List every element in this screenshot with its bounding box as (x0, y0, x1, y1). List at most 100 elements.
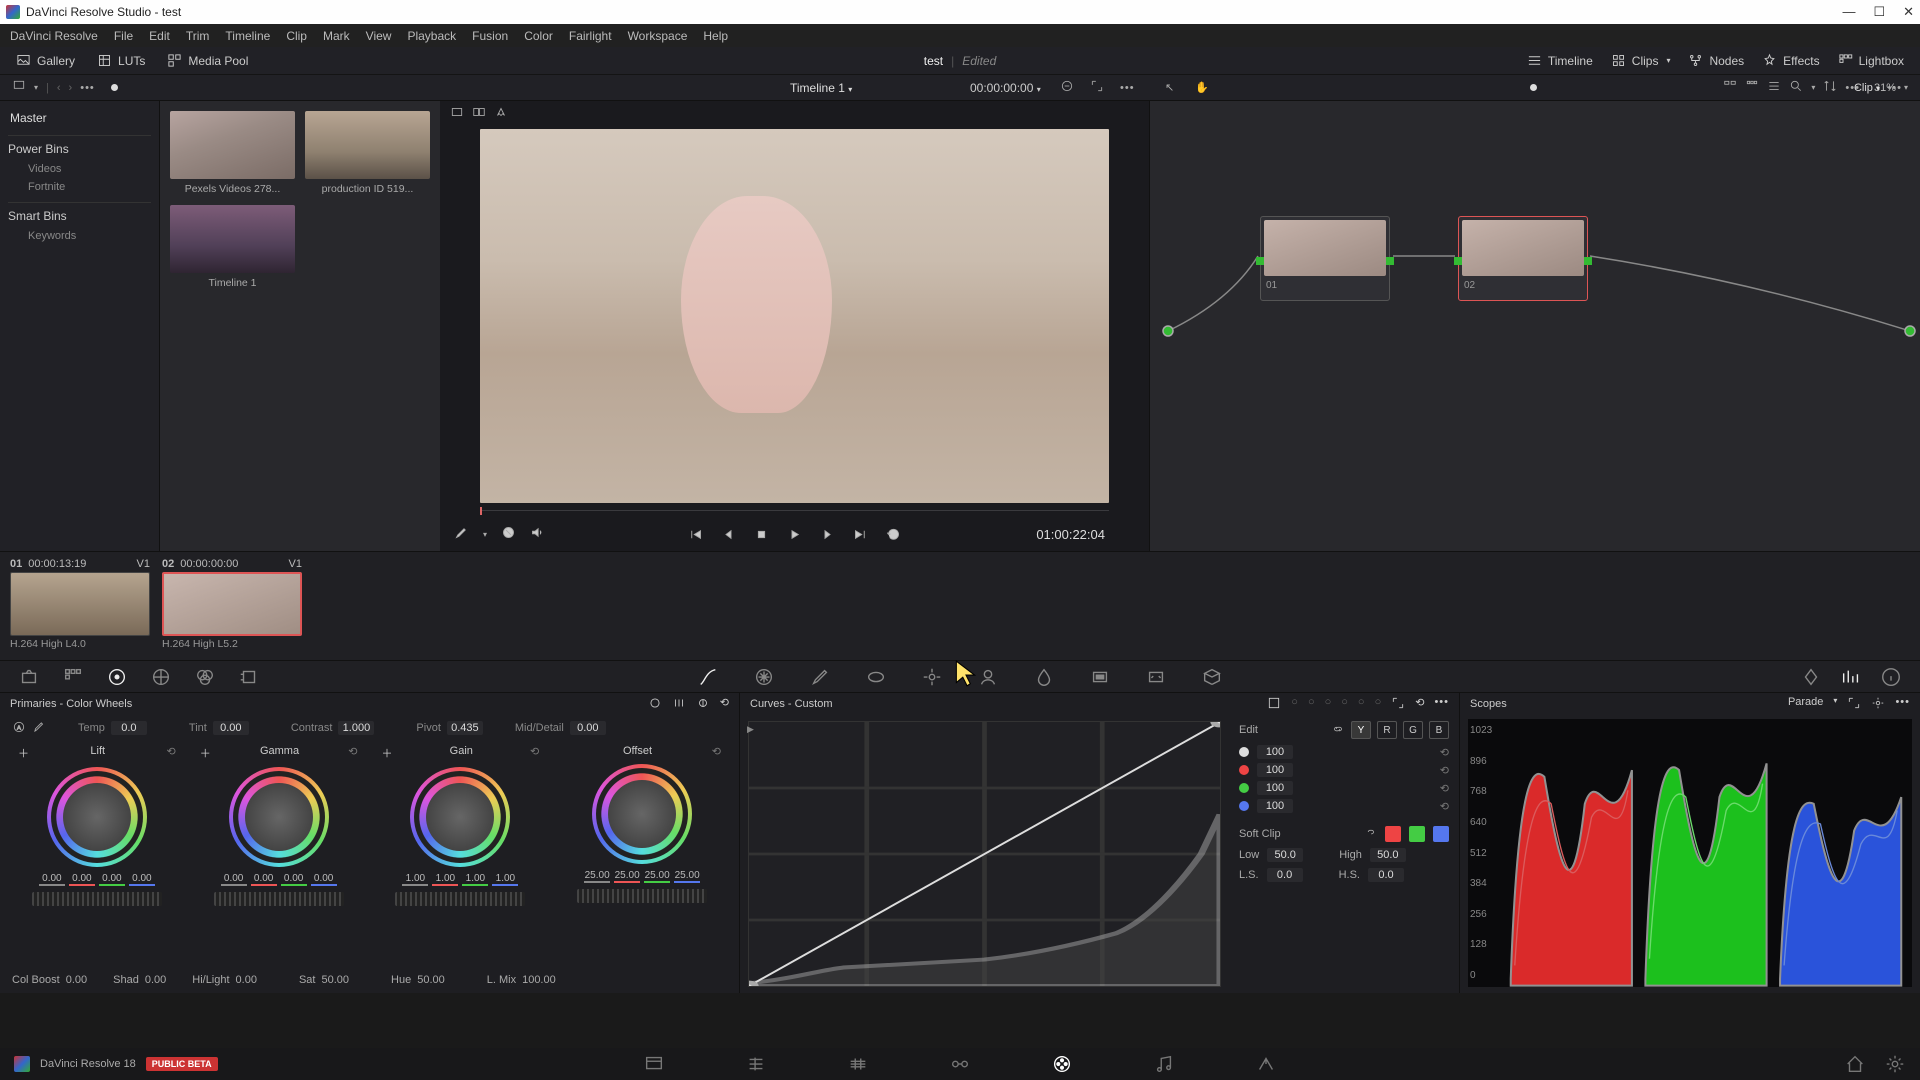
offset-wheel[interactable]: Offset⟲ 25.0025.0025.0025.00 (555, 745, 729, 963)
reset-y-icon[interactable]: ⟲ (1440, 746, 1449, 759)
menu-edit[interactable]: Edit (149, 29, 170, 43)
node-mode-dropdown[interactable]: Clip (1854, 82, 1873, 94)
scopes-settings-icon[interactable] (1871, 696, 1885, 713)
deliver-page-icon[interactable] (1255, 1053, 1277, 1075)
nodes-button[interactable]: Nodes (1682, 50, 1750, 71)
menu-color[interactable]: Color (524, 29, 553, 43)
clip-thumb-02[interactable]: 0200:00:00:00V1 H.264 High L5.2 (162, 558, 302, 654)
expand-curves-icon[interactable] (1391, 696, 1405, 713)
pointer-icon[interactable]: ↖ (1165, 81, 1174, 94)
timeline-button[interactable]: Timeline (1521, 50, 1599, 71)
media-clip[interactable]: Pexels Videos 278... (170, 111, 295, 195)
keyframes-icon[interactable] (1800, 666, 1822, 688)
thumb-view-icon[interactable] (1723, 79, 1737, 96)
curve-mode-icon[interactable]: ○ (1291, 696, 1298, 713)
sat-value[interactable]: 50.00 (321, 974, 349, 986)
middetail-value[interactable]: 0.00 (570, 721, 606, 735)
cut-page-icon[interactable] (745, 1053, 767, 1075)
menu-mark[interactable]: Mark (323, 29, 350, 43)
temp-value[interactable]: 0.0 (111, 721, 147, 735)
curve-mode-icon[interactable]: ○ (1308, 696, 1315, 713)
nodes-more-icon[interactable]: ••• (1887, 82, 1902, 94)
curve-mode-icon[interactable]: ○ (1325, 696, 1332, 713)
reset-g-icon[interactable]: ⟲ (1440, 782, 1449, 795)
bars-mode-icon[interactable] (672, 696, 686, 713)
lift-wheel[interactable]: ＋Lift⟲ 0.000.000.000.00 (10, 745, 184, 963)
info-icon[interactable] (1880, 666, 1902, 688)
softclip-hs[interactable]: 0.0 (1368, 868, 1404, 882)
viewer-timecode[interactable]: 00:00:00:00 (970, 81, 1033, 95)
powerbin-videos[interactable]: Videos (8, 160, 151, 178)
curve-mode-icon[interactable]: ○ (1375, 696, 1382, 713)
powerbin-fortnite[interactable]: Fortnite (8, 178, 151, 196)
hilight-value[interactable]: 0.00 (236, 974, 257, 986)
reset-curves-icon[interactable]: ⟲ (1415, 696, 1424, 713)
menu-fusion[interactable]: Fusion (472, 29, 508, 43)
prev-icon[interactable]: ‹ (57, 82, 61, 94)
hdr-wheels-icon[interactable] (150, 666, 172, 688)
viewer-more-icon[interactable]: ••• (1120, 82, 1135, 94)
node-editor[interactable]: 01 02 (1150, 101, 1920, 551)
grid-view-icon[interactable] (1745, 79, 1759, 96)
split-screen-icon[interactable] (472, 105, 486, 122)
scopes-mode[interactable]: Parade (1788, 696, 1823, 713)
softclip-link-icon[interactable] (1363, 825, 1377, 842)
unmix-icon[interactable] (501, 525, 516, 543)
luts-button[interactable]: LUTs (91, 50, 151, 71)
shad-value[interactable]: 0.00 (145, 974, 166, 986)
menu-playback[interactable]: Playback (407, 29, 456, 43)
3d-icon[interactable] (1201, 666, 1223, 688)
clips-button[interactable]: Clips▾ (1605, 50, 1677, 71)
highlight-icon[interactable] (494, 105, 508, 122)
curve-custom-icon[interactable] (1267, 696, 1281, 713)
sizing-icon[interactable] (1145, 666, 1167, 688)
rgb-mixer-icon[interactable] (194, 666, 216, 688)
close-button[interactable]: ✕ (1903, 4, 1914, 20)
project-settings-icon[interactable] (1884, 1053, 1906, 1075)
hue-value[interactable]: 50.00 (417, 974, 445, 986)
effects-button[interactable]: Effects (1756, 50, 1825, 71)
wheels-mode-icon[interactable] (648, 696, 662, 713)
curve-b-button[interactable]: B (1429, 721, 1449, 739)
last-frame-button[interactable] (853, 527, 868, 542)
curve-y-button[interactable]: Y (1351, 721, 1371, 739)
tracker-icon[interactable] (921, 666, 943, 688)
menu-workspace[interactable]: Workspace (628, 29, 688, 43)
scopes-icon[interactable] (1840, 666, 1862, 688)
curve-g-intensity[interactable]: 100 (1257, 781, 1293, 795)
picker-white-icon[interactable] (32, 720, 46, 737)
smartbins-section[interactable]: Smart Bins (8, 202, 151, 227)
scopes-expand-icon[interactable] (1847, 696, 1861, 713)
master-bin[interactable]: Master (8, 107, 151, 129)
curve-mode-icon[interactable]: ○ (1341, 696, 1348, 713)
more-icon[interactable]: ••• (80, 82, 95, 94)
log-mode-icon[interactable] (696, 696, 710, 713)
bypass-icon[interactable] (1060, 79, 1074, 96)
menu-view[interactable]: View (366, 29, 392, 43)
color-warper-icon[interactable] (753, 666, 775, 688)
curve-mode-icon[interactable]: ○ (1358, 696, 1365, 713)
color-wheels-icon[interactable] (106, 666, 128, 688)
sort-icon[interactable] (1823, 79, 1837, 96)
reset-b-icon[interactable]: ⟲ (1440, 800, 1449, 813)
edit-page-icon[interactable] (847, 1053, 869, 1075)
window-icon[interactable] (865, 666, 887, 688)
node-02[interactable]: 02 (1458, 216, 1588, 301)
home-icon[interactable] (1844, 1053, 1866, 1075)
contrast-value[interactable]: 1.000 (338, 721, 374, 735)
tint-value[interactable]: 0.00 (213, 721, 249, 735)
key-icon[interactable] (1089, 666, 1111, 688)
magic-mask-icon[interactable] (977, 666, 999, 688)
media-clip[interactable]: production ID 519... (305, 111, 430, 195)
viewer-image[interactable] (480, 129, 1109, 503)
powerbins-section[interactable]: Power Bins (8, 135, 151, 160)
scopes-more-icon[interactable]: ••• (1895, 696, 1910, 713)
loop-button[interactable] (886, 527, 901, 542)
lmix-value[interactable]: 100.00 (522, 974, 556, 986)
gain-wheel[interactable]: ＋Gain⟲ 1.001.001.001.00 (374, 745, 548, 963)
gallery-button[interactable]: Gallery (10, 50, 81, 71)
menu-trim[interactable]: Trim (186, 29, 210, 43)
next-frame-button[interactable] (820, 527, 835, 542)
pivot-value[interactable]: 0.435 (447, 721, 483, 735)
smartbin-keywords[interactable]: Keywords (8, 227, 151, 245)
